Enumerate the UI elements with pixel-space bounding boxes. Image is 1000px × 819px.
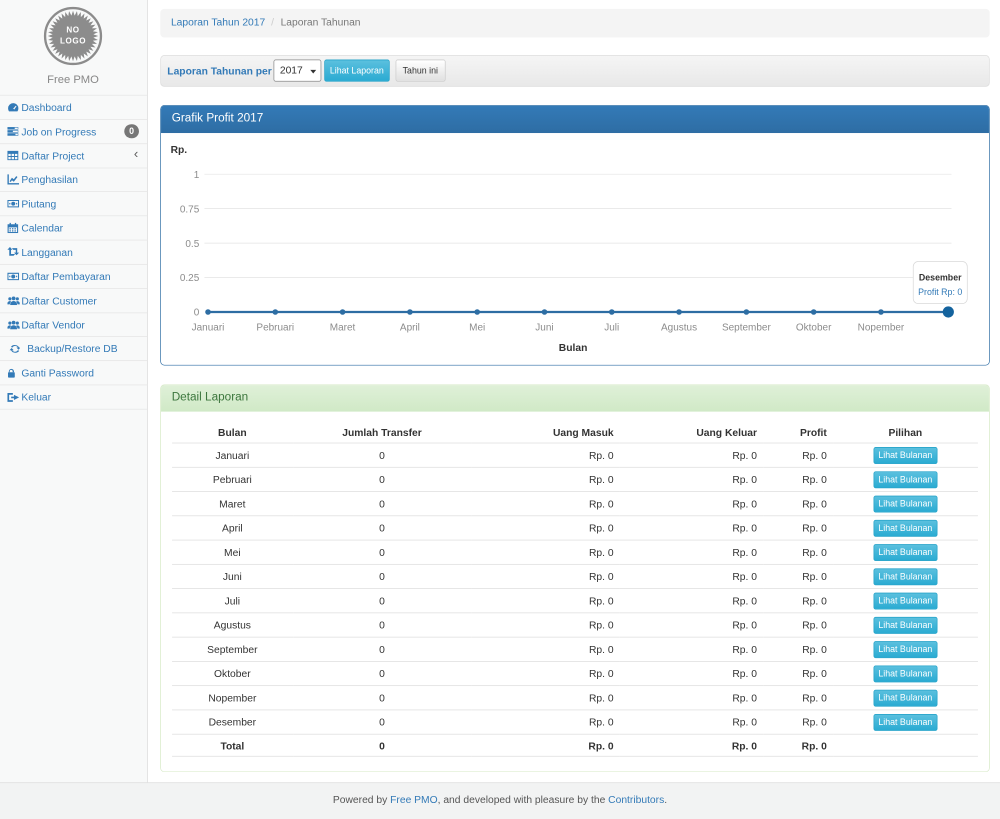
svg-text:Rp.: Rp. (170, 145, 187, 156)
svg-text:Nopember: Nopember (857, 322, 904, 333)
svg-text:Oktober: Oktober (796, 322, 832, 333)
svg-text:Juli: Juli (604, 322, 619, 333)
svg-text:Desember: Desember (919, 273, 962, 283)
svg-text:Pebruari: Pebruari (256, 322, 294, 333)
svg-text:0.75: 0.75 (179, 204, 199, 215)
svg-text:Profit Rp: 0: Profit Rp: 0 (918, 287, 962, 297)
svg-text:Januari: Januari (191, 322, 224, 333)
svg-text:Agustus: Agustus (661, 322, 697, 333)
svg-text:1: 1 (193, 170, 199, 181)
svg-text:Maret: Maret (329, 322, 355, 333)
svg-text:April: April (400, 322, 420, 333)
svg-text:Mei: Mei (469, 322, 485, 333)
svg-text:LOGO: LOGO (60, 37, 86, 46)
svg-text:Bulan: Bulan (558, 343, 587, 354)
svg-text:0.5: 0.5 (185, 239, 199, 250)
svg-text:NO: NO (66, 26, 79, 35)
svg-text:0.25: 0.25 (179, 273, 199, 284)
svg-text:Free PMO: Free PMO (47, 74, 99, 86)
svg-text:September: September (722, 322, 772, 333)
svg-text:Juni: Juni (535, 322, 553, 333)
svg-text:0: 0 (193, 308, 199, 319)
